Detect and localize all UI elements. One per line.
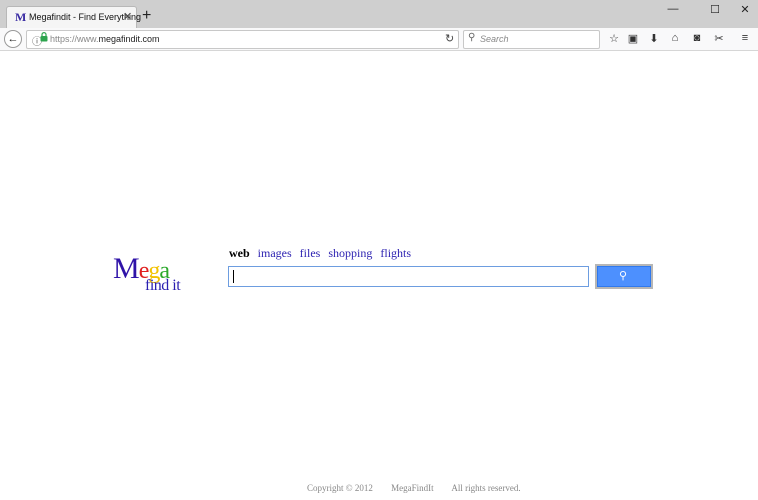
screenshot-icon[interactable]: ✂ bbox=[712, 32, 726, 46]
footer-copyright: Copyright © 2012 bbox=[307, 483, 373, 493]
back-arrow-icon[interactable]: ← bbox=[4, 30, 22, 48]
search-category-tabs: web images files shopping flights bbox=[229, 246, 416, 261]
site-favicon-icon: M bbox=[15, 10, 27, 24]
tab-shopping[interactable]: shopping bbox=[328, 246, 372, 260]
tab-images[interactable]: images bbox=[258, 246, 292, 260]
logo-findit: find it bbox=[145, 277, 181, 294]
download-icon[interactable]: ⬇ bbox=[647, 32, 661, 46]
reload-icon[interactable]: ↻ bbox=[445, 32, 454, 45]
menu-icon[interactable]: ≡ bbox=[738, 32, 752, 46]
minimize-button[interactable]: — bbox=[658, 3, 688, 17]
navigation-toolbar: ← ⓘ https://www.megafindit.com ↻ ⚲ Searc… bbox=[0, 28, 758, 51]
browser-tab[interactable]: M Megafindit - Find Everything ✕ bbox=[6, 6, 141, 29]
footer-brand: MegaFindIt bbox=[391, 483, 434, 493]
maximize-button[interactable]: ☐ bbox=[700, 3, 730, 17]
window-close-button[interactable]: ✕ bbox=[730, 3, 758, 17]
pocket-icon[interactable]: ◙ bbox=[690, 32, 704, 46]
megafindit-logo: Mega find it bbox=[113, 254, 223, 300]
home-icon[interactable]: ⌂ bbox=[668, 32, 682, 46]
address-bar[interactable]: ⓘ https://www.megafindit.com ↻ bbox=[26, 30, 459, 49]
new-tab-button[interactable]: + bbox=[142, 8, 151, 24]
tab-files[interactable]: files bbox=[300, 246, 321, 260]
search-button[interactable]: ⚲ bbox=[595, 264, 653, 289]
reading-list-icon[interactable]: ▣ bbox=[626, 32, 640, 46]
footer: Copyright © 2012 MegaFindIt All rights r… bbox=[307, 483, 537, 493]
search-input[interactable] bbox=[228, 266, 589, 287]
bookmark-star-icon[interactable]: ☆ bbox=[607, 32, 621, 46]
search-icon: ⚲ bbox=[619, 270, 628, 282]
url-host: megafindit.com bbox=[98, 34, 160, 44]
tab-close-icon[interactable]: ✕ bbox=[123, 10, 132, 23]
lock-icon[interactable] bbox=[40, 32, 48, 45]
browser-search-box[interactable]: ⚲ Search bbox=[463, 30, 600, 49]
search-placeholder: Search bbox=[480, 34, 509, 44]
footer-rights: All rights reserved. bbox=[451, 483, 521, 493]
url-scheme: https://www. bbox=[50, 34, 99, 44]
logo-letter-m: M bbox=[113, 252, 140, 285]
text-caret bbox=[233, 270, 234, 283]
tab-flights[interactable]: flights bbox=[380, 246, 411, 260]
search-icon: ⚲ bbox=[468, 32, 476, 43]
url-text: https://www.megafindit.com bbox=[50, 34, 160, 44]
title-bar: M Megafindit - Find Everything ✕ + — ☐ ✕ bbox=[0, 0, 758, 29]
tab-web[interactable]: web bbox=[229, 246, 250, 260]
